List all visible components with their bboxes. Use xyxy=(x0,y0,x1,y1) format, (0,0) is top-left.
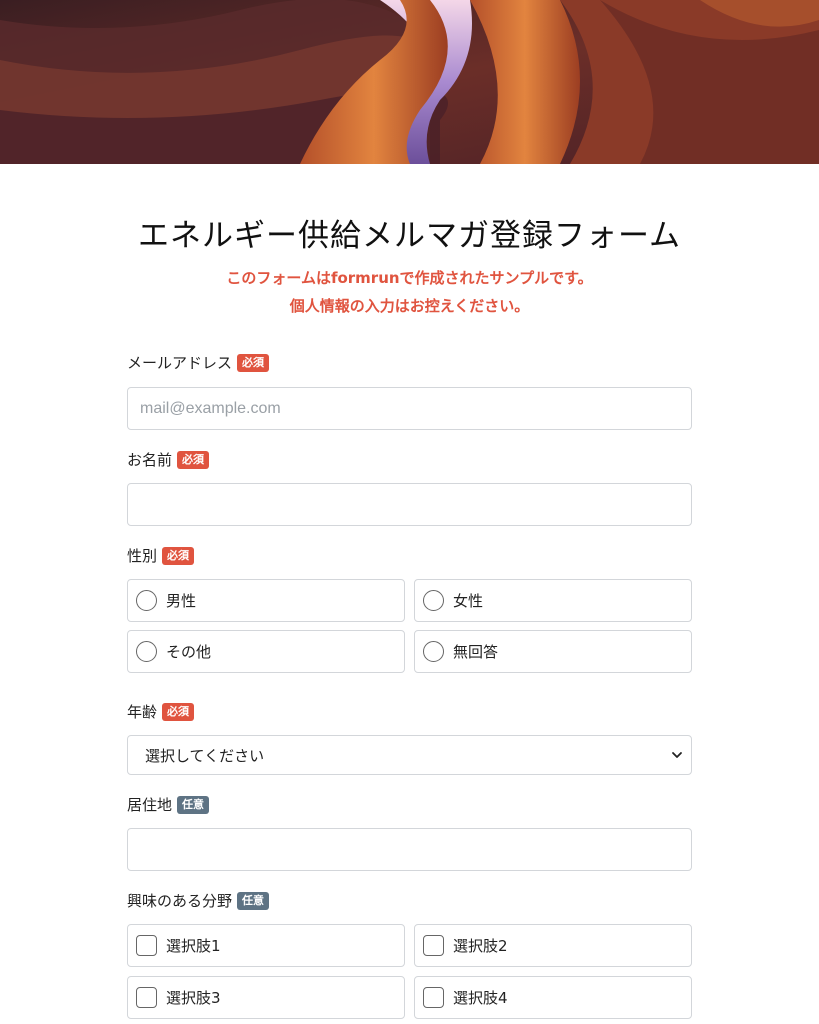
radio-circle-icon[interactable] xyxy=(423,641,444,662)
age-select-value: 選択してください xyxy=(145,746,265,765)
age-select[interactable]: 選択してください xyxy=(127,735,692,775)
checkbox-icon[interactable] xyxy=(423,987,444,1008)
email-label-group: メールアドレス 必須 xyxy=(127,352,270,373)
email-field[interactable] xyxy=(127,387,692,430)
required-badge: 必須 xyxy=(162,702,195,721)
interest-option-2[interactable]: 選択肢2 xyxy=(414,924,692,967)
notice-line-2: 個人情報の入力はお控えください。 xyxy=(289,297,530,315)
interest-option-3[interactable]: 選択肢3 xyxy=(127,976,405,1019)
residence-label-group: 居住地 任意 xyxy=(127,794,210,815)
age-label: 年齢 xyxy=(127,703,158,721)
interest-option-4[interactable]: 選択肢4 xyxy=(414,976,692,1019)
interest-option-label: 選択肢1 xyxy=(166,937,221,955)
gender-option-label: 女性 xyxy=(453,592,484,610)
gender-label-group: 性別 必須 xyxy=(127,545,195,566)
gender-option-label: 男性 xyxy=(166,592,197,610)
interest-option-label: 選択肢4 xyxy=(453,989,508,1007)
required-badge: 必須 xyxy=(177,450,210,469)
interests-label-group: 興味のある分野 任意 xyxy=(127,890,270,911)
page-title: エネルギー供給メルマガ登録フォーム xyxy=(137,218,682,254)
checkbox-icon[interactable] xyxy=(423,935,444,956)
sample-notice: このフォームはformrunで作成されたサンプルです。 個人情報の入力はお控えく… xyxy=(0,264,819,320)
interests-label: 興味のある分野 xyxy=(127,892,233,910)
age-label-group: 年齢 必須 xyxy=(127,701,195,722)
residence-label: 居住地 xyxy=(127,796,173,814)
checkbox-icon[interactable] xyxy=(136,987,157,1008)
gender-option-label: その他 xyxy=(166,643,212,661)
radio-circle-icon[interactable] xyxy=(136,590,157,611)
optional-badge: 任意 xyxy=(237,891,270,910)
canyon-illustration xyxy=(0,0,819,164)
notice-line-1: このフォームはformrunで作成されたサンプルです。 xyxy=(226,269,593,287)
required-badge: 必須 xyxy=(162,546,195,565)
gender-option-male[interactable]: 男性 xyxy=(127,579,405,622)
checkbox-icon[interactable] xyxy=(136,935,157,956)
gender-option-other[interactable]: その他 xyxy=(127,630,405,673)
interest-option-1[interactable]: 選択肢1 xyxy=(127,924,405,967)
email-label: メールアドレス xyxy=(127,354,233,372)
hero-image xyxy=(0,0,819,164)
name-label-group: お名前 必須 xyxy=(127,449,210,470)
gender-label: 性別 xyxy=(127,547,158,565)
name-label: お名前 xyxy=(127,451,173,469)
radio-circle-icon[interactable] xyxy=(136,641,157,662)
gender-option-no-answer[interactable]: 無回答 xyxy=(414,630,692,673)
optional-badge: 任意 xyxy=(177,795,210,814)
required-badge: 必須 xyxy=(237,353,270,372)
name-field[interactable] xyxy=(127,483,692,526)
interest-option-label: 選択肢3 xyxy=(166,989,221,1007)
interest-option-label: 選択肢2 xyxy=(453,937,508,955)
gender-option-female[interactable]: 女性 xyxy=(414,579,692,622)
residence-field[interactable] xyxy=(127,828,692,871)
gender-option-label: 無回答 xyxy=(453,643,499,661)
chevron-down-icon xyxy=(672,752,682,758)
radio-circle-icon[interactable] xyxy=(423,590,444,611)
